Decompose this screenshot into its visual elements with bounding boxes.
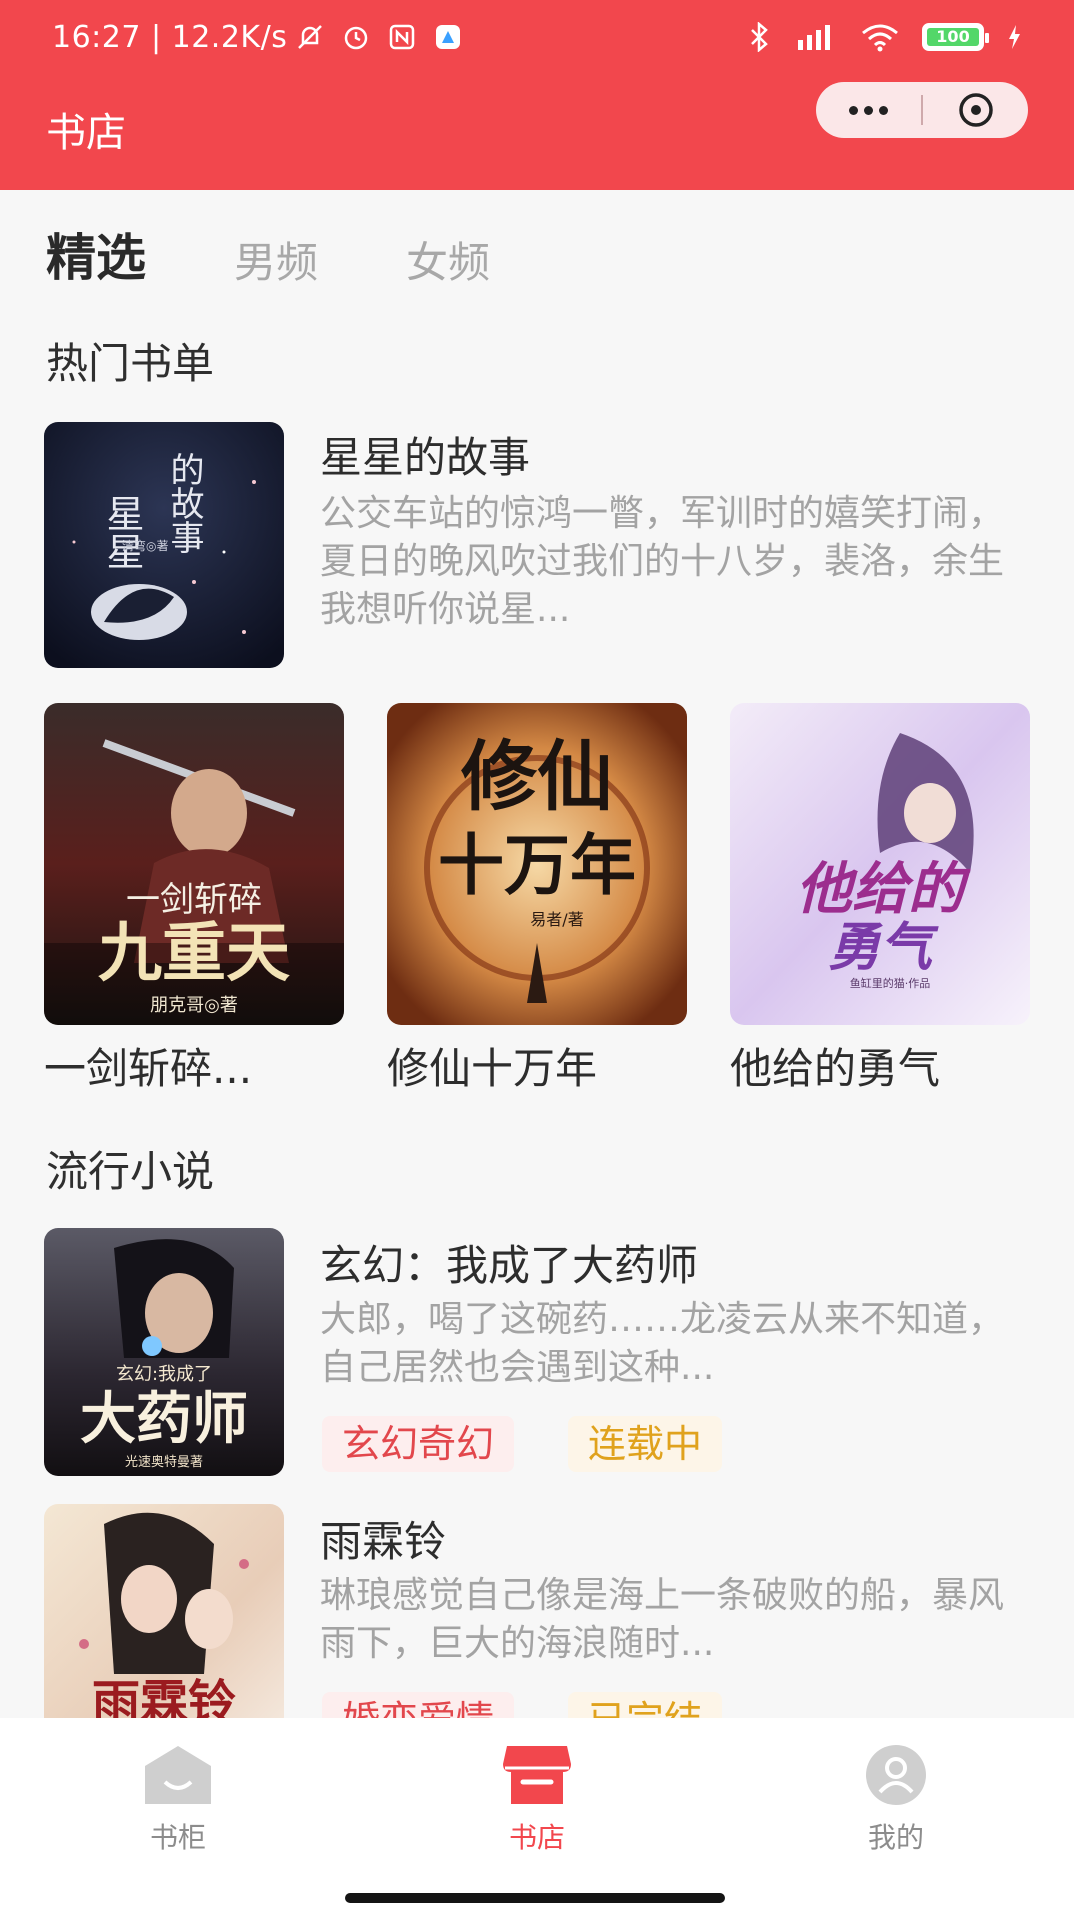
alarm-icon — [344, 26, 368, 50]
featured-book-description: 公交车站的惊鸿一瞥，军训时的嬉笑打闹，夏日的晚风吹过我们的十八岁，裴洛，余生我想… — [320, 493, 1005, 630]
battery-icon: 100 — [922, 23, 989, 51]
charging-icon — [1009, 25, 1020, 49]
popular-book-cover-1[interactable]: 玄幻:我成了 大药师 光速奥特曼著 — [44, 1228, 284, 1476]
popular-book-title-2[interactable]: 雨霖铃 — [320, 1508, 446, 1569]
page-title: 书店 — [46, 110, 126, 156]
close-target-icon — [958, 93, 993, 127]
popular-book-description-1: 大郎，喝了这碗药……龙凌云从来不知道，自己居然也会遇到这种... — [320, 1299, 1005, 1388]
popular-cover-1-author: 光速奥特曼著 — [125, 1455, 203, 1470]
nav-label-bookshelf: 书柜 — [149, 1821, 206, 1854]
grid-cover-3-author: 鱼缸里的猫·作品 — [850, 976, 931, 990]
header-bar: 16:27 | 12.2K/s 100 书店 — [0, 0, 1074, 190]
bluetooth-icon — [751, 22, 768, 52]
featured-book-cover[interactable]: 星星 的故事 清弯◎著 — [44, 422, 284, 668]
grid-book-cover-1[interactable]: 一剑斩碎 九重天 朋克哥◎著 — [44, 703, 344, 1025]
grid-cover-2-title-a: 修仙 — [461, 732, 613, 821]
status-notification-icons — [295, 22, 463, 52]
tab-featured[interactable]: 精选 — [46, 218, 146, 290]
miniprogram-capsule — [816, 82, 1028, 138]
mute-bell-icon — [298, 25, 322, 49]
featured-cover-title-b: 的故事 — [164, 452, 204, 554]
nav-label-store: 书店 — [508, 1821, 565, 1854]
nav-label-profile: 我的 — [867, 1821, 924, 1854]
grid-cover-2-title-b: 十万年 — [438, 826, 636, 904]
nav-item-store[interactable]: 书店 — [447, 1744, 627, 1856]
more-button[interactable] — [816, 82, 921, 138]
grid-book-title-1[interactable]: 一剑斩碎... — [44, 1035, 252, 1096]
bottom-navigation: 书柜 书店 我的 — [0, 1718, 1074, 1914]
nav-item-profile[interactable]: 我的 — [806, 1744, 986, 1856]
tab-male[interactable]: 男频 — [234, 229, 318, 290]
grid-book-cover-3[interactable]: 他给的 勇气 鱼缸里的猫·作品 — [730, 703, 1030, 1025]
popular-cover-1-subtitle: 玄幻:我成了 — [116, 1364, 212, 1385]
grid-cover-3-title-a: 他给的 — [796, 856, 971, 922]
status-system-icons: 100 — [746, 22, 1022, 52]
popular-book-status-tag-1: 连载中 — [568, 1416, 723, 1472]
home-indicator[interactable] — [345, 1893, 725, 1903]
popular-book-cover-2[interactable]: 雨霖铃 — [44, 1504, 284, 1752]
grid-cover-1-title: 九重天 — [98, 916, 290, 991]
status-bar: 16:27 | 12.2K/s 100 — [0, 0, 1074, 78]
popular-cover-1-title: 大药师 — [80, 1386, 248, 1452]
profile-icon — [866, 1745, 926, 1805]
popular-book-title-1[interactable]: 玄幻：我成了大药师 — [320, 1232, 698, 1293]
signal-icon — [798, 25, 830, 50]
nfc-icon — [389, 24, 415, 50]
bookshelf-icon — [145, 1746, 211, 1804]
featured-cover-title-a: 星星 — [100, 494, 144, 570]
wifi-icon — [862, 24, 898, 52]
nav-item-bookshelf[interactable]: 书柜 — [88, 1744, 268, 1856]
popular-book-description-2: 琳琅感觉自己像是海上一条破败的船，暴风雨下，巨大的海浪随时... — [320, 1575, 1005, 1664]
grid-cover-1-author: 朋克哥◎著 — [150, 995, 238, 1016]
grid-book-title-3[interactable]: 他给的勇气 — [730, 1035, 940, 1096]
section-title-hot-lists: 热门书单 — [46, 339, 215, 388]
store-icon — [503, 1746, 571, 1804]
section-title-popular: 流行小说 — [46, 1147, 215, 1196]
more-dots-icon — [849, 105, 888, 115]
grid-cover-1-subtitle: 一剑斩碎 — [126, 880, 262, 920]
featured-book-title[interactable]: 星星的故事 — [320, 424, 530, 485]
app-notification-icon — [436, 25, 460, 49]
grid-book-title-2[interactable]: 修仙十万年 — [387, 1035, 597, 1096]
close-button[interactable] — [923, 82, 1028, 138]
tab-female[interactable]: 女频 — [406, 229, 490, 290]
category-tabs: 精选 男频 女频 — [46, 220, 578, 290]
grid-book-cover-2[interactable]: 修仙 十万年 易者/著 — [387, 703, 687, 1025]
status-time: 16:27 | 12.2K/s — [52, 20, 288, 55]
grid-cover-3-title-b: 勇气 — [828, 917, 939, 978]
popular-book-genre-tag-1: 玄幻奇幻 — [322, 1416, 515, 1472]
featured-cover-author: 清弯◎著 — [122, 538, 168, 553]
grid-cover-2-author: 易者/著 — [530, 910, 583, 929]
